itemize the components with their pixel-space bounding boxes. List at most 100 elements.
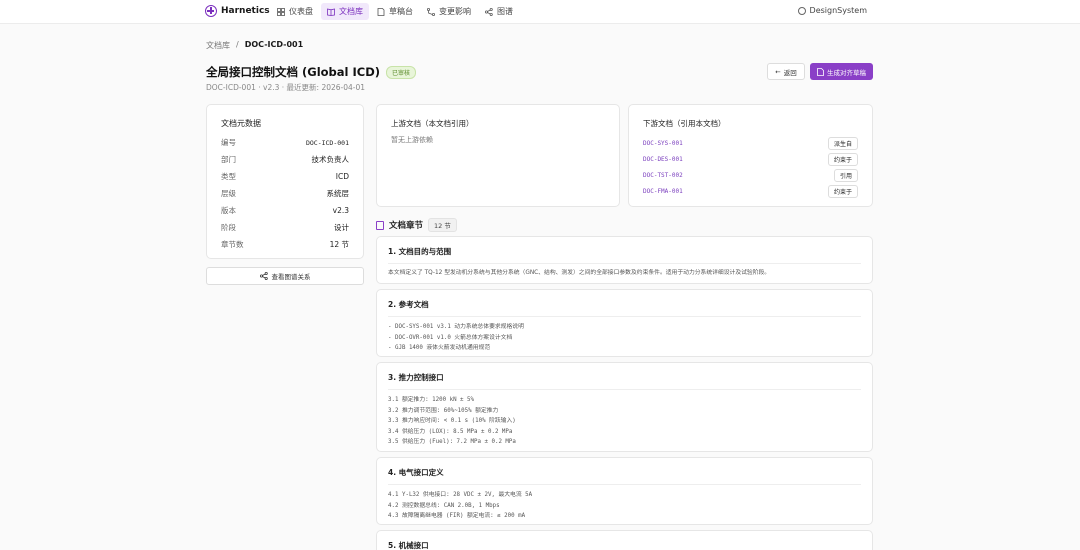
metadata-row: 部门 技术负责人 <box>221 151 349 168</box>
section-body: 本文档定义了 TQ-12 型发动机分系统与其他分系统（GNC、结构、测发）之间的… <box>388 270 771 276</box>
metadata-value: 设计 <box>334 223 349 232</box>
nav-item-docs[interactable]: 文档库 <box>321 3 369 20</box>
draft-icon <box>377 7 385 16</box>
section-title: 2. 参考文档 <box>388 299 861 317</box>
status-badge: 已审核 <box>386 65 417 79</box>
section-line: 3.5 供给压力 (Fuel): 7.2 MPa ± 0.2 MPa <box>388 439 516 445</box>
metadata-row: 章节数 12 节 <box>221 236 349 253</box>
view-graph-button[interactable]: 查看图谱关系 <box>206 267 364 285</box>
metadata-value: 12 节 <box>329 240 349 249</box>
metadata-key: 部门 <box>221 155 236 164</box>
nav-item-graph[interactable]: 图谱 <box>479 3 519 20</box>
sections-title: 文档章节 <box>389 221 424 231</box>
metadata-title: 文档元数据 <box>221 119 261 128</box>
nav-item-label: 草稿台 <box>389 7 413 16</box>
back-button[interactable]: ← 返回 <box>767 63 805 80</box>
metadata-card: 文档元数据 编号 DOC-ICD-001 部门 技术负责人 类型 ICD 层级 系统层 … <box>206 104 364 259</box>
downstream-doc-link[interactable]: DOC-SYS-001 <box>643 140 683 147</box>
nav-item-label: 文档库 <box>339 7 363 16</box>
breadcrumb: 文档库 / DOC-ICD-001 <box>206 40 303 51</box>
page-title-row: 全局接口控制文档 (Global ICD) 已审核 <box>206 64 417 80</box>
downstream-doc-link[interactable]: DOC-FMA-001 <box>643 188 683 195</box>
brand-name: Harnetics <box>221 6 270 16</box>
section-card: 3. 推力控制接口 3.1 额定推力: 1200 kN ± 5% 3.2 推力调… <box>376 362 873 452</box>
metadata-value: DOC-ICD-001 <box>305 138 349 147</box>
document-icon <box>817 67 824 76</box>
upstream-title: 上游文档（本文档引用） <box>391 119 474 128</box>
relation-tag: 引用 <box>833 168 858 182</box>
logo-icon <box>205 5 217 17</box>
page-title: 全局接口控制文档 (Global ICD) <box>206 65 380 79</box>
palette-icon <box>797 6 806 15</box>
metadata-row: 层级 系统层 <box>221 185 349 202</box>
metadata-key: 阶段 <box>221 223 236 232</box>
metadata-row: 编号 DOC-ICD-001 <box>221 134 349 151</box>
metadata-value: 技术负责人 <box>311 155 350 164</box>
section-line: 3.2 推力调节范围: 60%~105% 额定推力 <box>388 407 499 414</box>
page-subtitle: DOC-ICD-001 · v2.3 · 最近更新: 2026-04-01 <box>206 83 366 92</box>
metadata-key: 版本 <box>221 206 236 215</box>
relation-tag: 约束于 <box>827 152 858 166</box>
downstream-item: DOC-TST-002 引用 <box>643 167 858 183</box>
generate-draft-label: 生成对齐草稿 <box>827 68 866 77</box>
nav-item-dashboard[interactable]: 仪表盘 <box>271 3 319 20</box>
breadcrumb-separator: / <box>236 40 239 49</box>
relation-tag: 约束于 <box>827 184 858 198</box>
downstream-doc-link[interactable]: DOC-DES-001 <box>643 156 683 163</box>
section-line: 4.2 测控数据总线: CAN 2.0B, 1 Mbps <box>388 502 500 509</box>
design-system-link[interactable]: DesignSystem <box>797 6 867 15</box>
section-title: 1. 文档目的与范围 <box>388 246 861 264</box>
downstream-item: DOC-FMA-001 约束于 <box>643 183 858 199</box>
relation-tag: 派生自 <box>827 136 858 150</box>
downstream-title: 下游文档（引用本文档） <box>643 119 726 128</box>
metadata-row: 阶段 设计 <box>221 219 349 236</box>
metadata-value: ICD <box>335 172 349 181</box>
section-card: 1. 文档目的与范围 本文档定义了 TQ-12 型发动机分系统与其他分系统（GN… <box>376 236 873 284</box>
section-line: - DOC-OVR-001 v1.0 火箭总体方案设计文档 <box>388 334 513 341</box>
downstream-item: DOC-DES-001 约束于 <box>643 151 858 167</box>
graph-icon <box>485 7 493 16</box>
share-graph-icon <box>259 272 268 280</box>
metadata-key: 编号 <box>221 138 236 147</box>
nav-items: 仪表盘 文档库 草稿台 变更影响 图谱 <box>271 3 519 20</box>
nav-item-label: 变更影响 <box>439 7 471 16</box>
design-system-label: DesignSystem <box>809 6 867 15</box>
metadata-row: 版本 v2.3 <box>221 202 349 219</box>
downstream-doc-link[interactable]: DOC-TST-002 <box>643 172 683 179</box>
breadcrumb-current: DOC-ICD-001 <box>244 40 304 49</box>
nav-item-drafts[interactable]: 草稿台 <box>371 3 419 20</box>
section-line: 4.3 故障隔离继电器 (FIR) 额定电流: ≤ 200 mA <box>388 513 526 519</box>
section-line: - GJB 1400 液体火箭发动机通用规范 <box>388 345 491 351</box>
metadata-key: 类型 <box>221 172 236 181</box>
upstream-empty: 暂无上游依赖 <box>391 136 433 144</box>
metadata-row: 类型 ICD <box>221 168 349 185</box>
downstream-item: DOC-SYS-001 派生自 <box>643 135 858 151</box>
nav-item-label: 仪表盘 <box>289 7 313 16</box>
section-title: 4. 电气接口定义 <box>388 467 861 485</box>
upstream-card: 上游文档（本文档引用） 暂无上游依赖 <box>376 104 620 207</box>
nav-item-impact[interactable]: 变更影响 <box>421 3 477 20</box>
grid-icon <box>277 7 285 16</box>
section-line: - DOC-SYS-001 v3.1 动力系统总体要求规格说明 <box>388 324 524 330</box>
document-icon <box>376 220 384 230</box>
section-line: 3.3 推力响应时间: < 0.1 s (10% 阶跃输入) <box>388 418 516 424</box>
breadcrumb-root[interactable]: 文档库 <box>206 40 230 51</box>
metadata-value: 系统层 <box>326 189 350 198</box>
section-title: 5. 机械接口 <box>388 541 429 550</box>
top-nav: Harnetics 仪表盘 文档库 草稿台 变更影响 图谱 DesignSyst… <box>0 0 1080 24</box>
section-card: 2. 参考文档 - DOC-SYS-001 v3.1 动力系统总体要求规格说明 … <box>376 289 873 357</box>
brand[interactable]: Harnetics <box>205 5 270 17</box>
section-line: 3.1 额定推力: 1200 kN ± 5% <box>388 397 475 403</box>
section-card: 4. 电气接口定义 4.1 Y-L32 供电接口: 28 VDC ± 2V, 最… <box>376 457 873 525</box>
section-title: 3. 推力控制接口 <box>388 372 861 390</box>
metadata-value: v2.3 <box>332 206 349 215</box>
section-line: 4.1 Y-L32 供电接口: 28 VDC ± 2V, 最大电流 5A <box>388 492 533 498</box>
section-card: 5. 机械接口 <box>376 530 873 550</box>
book-icon <box>327 7 335 16</box>
view-graph-label: 查看图谱关系 <box>271 273 311 281</box>
generate-draft-button[interactable]: 生成对齐草稿 <box>810 63 873 80</box>
back-button-label: 返回 <box>783 68 797 77</box>
section-line: 3.4 供给压力 (LOX): 8.5 MPa ± 0.2 MPa <box>388 428 513 435</box>
sections-count-badge: 12 节 <box>428 218 457 232</box>
downstream-card: 下游文档（引用本文档） DOC-SYS-001 派生自 DOC-DES-001 约束… <box>628 104 873 207</box>
